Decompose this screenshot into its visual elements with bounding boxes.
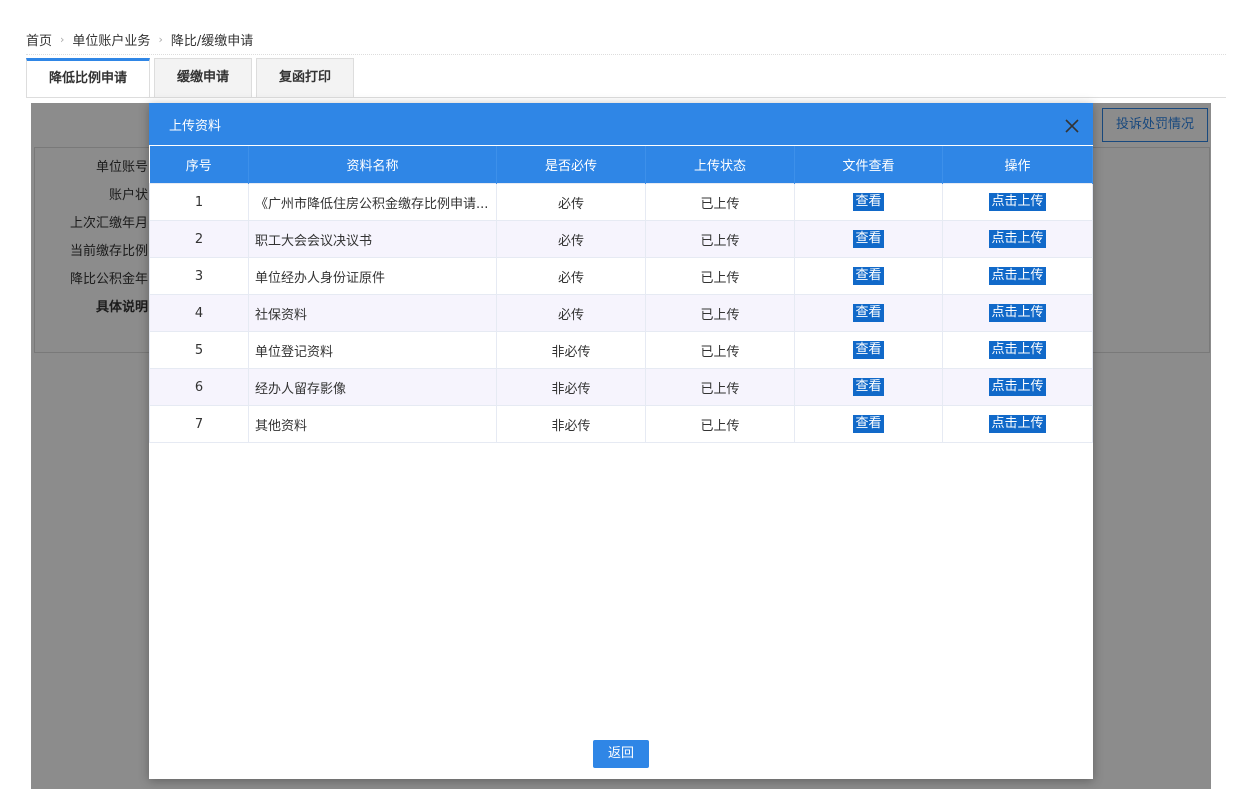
chevron-right-icon: › bbox=[158, 33, 163, 46]
view-cell: 查看 bbox=[794, 257, 943, 295]
required-flag: 非必传 bbox=[496, 368, 646, 406]
column-header: 是否必传 bbox=[496, 146, 646, 184]
action-cell: 点击上传 bbox=[942, 257, 1093, 295]
upload-button[interactable]: 点击上传 bbox=[989, 341, 1046, 359]
column-header: 操作 bbox=[942, 146, 1093, 184]
view-cell: 查看 bbox=[794, 220, 943, 258]
breadcrumb-home[interactable]: 首页 bbox=[26, 30, 52, 49]
document-name: 社保资料 bbox=[248, 294, 497, 332]
upload-status: 已上传 bbox=[645, 368, 795, 406]
dialog-header: 上传资料 bbox=[149, 103, 1093, 145]
action-cell: 点击上传 bbox=[942, 294, 1093, 332]
view-button[interactable]: 查看 bbox=[853, 341, 884, 359]
table-header-row: 序号 资料名称 是否必传 上传状态 文件查看 操作 bbox=[149, 146, 1093, 184]
upload-button[interactable]: 点击上传 bbox=[989, 304, 1046, 322]
tab-defer-payment[interactable]: 缓缴申请 bbox=[154, 58, 253, 97]
dialog-title: 上传资料 bbox=[169, 118, 222, 134]
row-number: 6 bbox=[149, 368, 249, 406]
action-cell: 点击上传 bbox=[942, 331, 1093, 369]
row-number: 3 bbox=[149, 257, 249, 295]
required-flag: 必传 bbox=[496, 257, 646, 295]
upload-status: 已上传 bbox=[645, 405, 795, 443]
view-cell: 查看 bbox=[794, 294, 943, 332]
upload-status: 已上传 bbox=[645, 331, 795, 369]
upload-button[interactable]: 点击上传 bbox=[989, 378, 1046, 396]
upload-button[interactable]: 点击上传 bbox=[989, 193, 1046, 211]
view-cell: 查看 bbox=[794, 183, 943, 221]
table-row: 1 《广州市降低住房公积金缴存比例申请... 必传 已上传 查看 点击上传 bbox=[149, 183, 1093, 221]
breadcrumb: 首页 › 单位账户业务 › 降比/缓缴申请 bbox=[26, 30, 253, 49]
table-row: 6 经办人留存影像 非必传 已上传 查看 点击上传 bbox=[149, 368, 1093, 406]
document-name: 单位经办人身份证原件 bbox=[248, 257, 497, 295]
table-row: 2 职工大会会议决议书 必传 已上传 查看 点击上传 bbox=[149, 220, 1093, 258]
view-button[interactable]: 查看 bbox=[853, 230, 884, 248]
view-button[interactable]: 查看 bbox=[853, 378, 884, 396]
document-name: 经办人留存影像 bbox=[248, 368, 497, 406]
document-name: 单位登记资料 bbox=[248, 331, 497, 369]
view-cell: 查看 bbox=[794, 331, 943, 369]
breadcrumb-unit-account[interactable]: 单位账户业务 bbox=[72, 30, 150, 49]
document-name: 《广州市降低住房公积金缴存比例申请... bbox=[248, 183, 497, 221]
required-flag: 非必传 bbox=[496, 405, 646, 443]
required-flag: 必传 bbox=[496, 294, 646, 332]
document-name: 职工大会会议决议书 bbox=[248, 220, 497, 258]
action-cell: 点击上传 bbox=[942, 405, 1093, 443]
view-button[interactable]: 查看 bbox=[853, 304, 884, 322]
row-number: 1 bbox=[149, 183, 249, 221]
action-cell: 点击上传 bbox=[942, 368, 1093, 406]
required-flag: 非必传 bbox=[496, 331, 646, 369]
upload-button[interactable]: 点击上传 bbox=[989, 267, 1046, 285]
required-flag: 必传 bbox=[496, 183, 646, 221]
column-header: 序号 bbox=[149, 146, 249, 184]
row-number: 2 bbox=[149, 220, 249, 258]
table-row: 4 社保资料 必传 已上传 查看 点击上传 bbox=[149, 294, 1093, 332]
table-row: 3 单位经办人身份证原件 必传 已上传 查看 点击上传 bbox=[149, 257, 1093, 295]
upload-dialog: 上传资料 序号 资料名称 是否必传 上传状态 文件查看 操作 1 《广州市降低住… bbox=[149, 103, 1093, 779]
upload-button[interactable]: 点击上传 bbox=[989, 230, 1046, 248]
view-cell: 查看 bbox=[794, 368, 943, 406]
column-header: 文件查看 bbox=[794, 146, 943, 184]
upload-status: 已上传 bbox=[645, 183, 795, 221]
table-row: 5 单位登记资料 非必传 已上传 查看 点击上传 bbox=[149, 331, 1093, 369]
action-cell: 点击上传 bbox=[942, 183, 1093, 221]
upload-table: 序号 资料名称 是否必传 上传状态 文件查看 操作 1 《广州市降低住房公积金缴… bbox=[149, 146, 1093, 443]
return-button[interactable]: 返回 bbox=[593, 740, 649, 768]
row-number: 4 bbox=[149, 294, 249, 332]
tab-reply-print[interactable]: 复函打印 bbox=[256, 58, 355, 97]
row-number: 5 bbox=[149, 331, 249, 369]
upload-status: 已上传 bbox=[645, 257, 795, 295]
table-row: 7 其他资料 非必传 已上传 查看 点击上传 bbox=[149, 405, 1093, 443]
view-button[interactable]: 查看 bbox=[853, 193, 884, 211]
upload-status: 已上传 bbox=[645, 220, 795, 258]
chevron-right-icon: › bbox=[60, 33, 65, 46]
column-header: 资料名称 bbox=[248, 146, 497, 184]
action-cell: 点击上传 bbox=[942, 220, 1093, 258]
required-flag: 必传 bbox=[496, 220, 646, 258]
upload-status: 已上传 bbox=[645, 294, 795, 332]
divider bbox=[26, 54, 1226, 55]
divider bbox=[26, 97, 1226, 98]
tab-bar: 降低比例申请 缓缴申请 复函打印 bbox=[26, 58, 358, 98]
breadcrumb-current: 降比/缓缴申请 bbox=[170, 34, 254, 49]
view-button[interactable]: 查看 bbox=[853, 415, 884, 433]
row-number: 7 bbox=[149, 405, 249, 443]
column-header: 上传状态 bbox=[645, 146, 795, 184]
view-cell: 查看 bbox=[794, 405, 943, 443]
close-icon[interactable] bbox=[1051, 103, 1093, 145]
document-name: 其他资料 bbox=[248, 405, 497, 443]
view-button[interactable]: 查看 bbox=[853, 267, 884, 285]
upload-button[interactable]: 点击上传 bbox=[989, 415, 1046, 433]
tab-reduce-ratio[interactable]: 降低比例申请 bbox=[26, 58, 151, 97]
